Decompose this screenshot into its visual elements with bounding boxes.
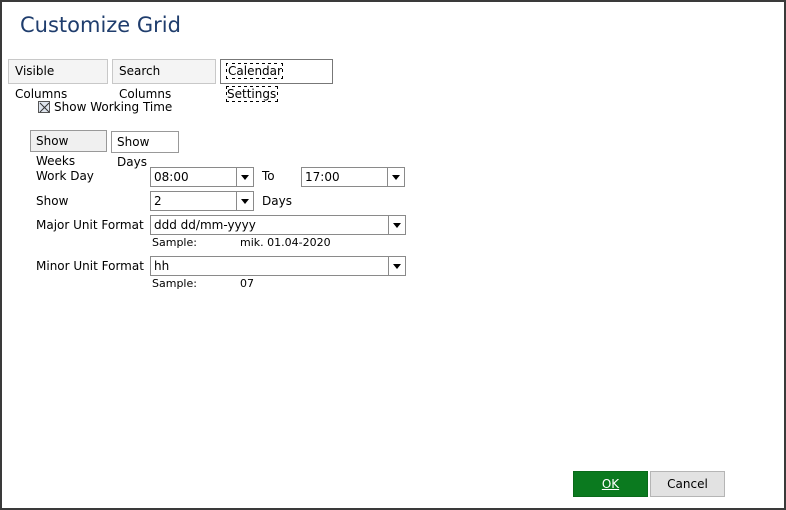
tab-visible-columns[interactable]: Visible Columns: [8, 59, 108, 101]
tab-label: Search Columns: [119, 64, 172, 101]
show-working-time-label: Show Working Time: [54, 100, 173, 114]
chevron-down-icon[interactable]: [236, 168, 253, 186]
tab-calendar-settings[interactable]: Calendar Settings: [220, 59, 333, 102]
major-sample-value: mik. 01.04-2020: [240, 236, 331, 249]
tab-label: Visible Columns: [15, 64, 68, 101]
minor-sample-value: 07: [240, 277, 254, 290]
minor-unit-format-value: hh: [154, 259, 170, 273]
chevron-down-icon[interactable]: [388, 257, 405, 275]
work-day-to-label: To: [262, 169, 275, 183]
minor-unit-format-label: Minor Unit Format: [36, 259, 144, 273]
minor-unit-format-select[interactable]: hh: [150, 256, 406, 276]
tab-search-columns[interactable]: Search Columns: [112, 59, 216, 101]
chevron-down-icon[interactable]: [236, 192, 253, 210]
show-unit-label: Days: [262, 194, 292, 208]
work-day-from-select[interactable]: 08:00: [150, 167, 254, 187]
work-day-label: Work Day: [36, 169, 94, 183]
dialog-title: Customize Grid: [20, 13, 181, 37]
work-day-from-value: 08:00: [154, 170, 189, 184]
show-days-value: 2: [154, 194, 162, 208]
show-days-button[interactable]: Show Days: [111, 131, 179, 169]
show-days-select[interactable]: 2: [150, 191, 254, 211]
minor-sample-label: Sample:: [152, 277, 197, 290]
show-label: Show: [36, 194, 69, 208]
customize-grid-dialog: Customize Grid Visible Columns Search Co…: [0, 0, 786, 510]
show-weeks-button[interactable]: Show Weeks: [30, 130, 107, 168]
checkmark-cross-icon: [39, 102, 50, 113]
work-day-to-value: 17:00: [305, 170, 340, 184]
show-working-time-row[interactable]: Show Working Time: [38, 99, 172, 115]
tab-label: Calendar Settings: [226, 63, 283, 102]
work-day-to-select[interactable]: 17:00: [301, 167, 405, 187]
chevron-down-icon[interactable]: [388, 216, 405, 234]
chevron-down-icon[interactable]: [387, 168, 404, 186]
cancel-button[interactable]: Cancel: [650, 471, 725, 497]
major-unit-format-select[interactable]: ddd dd/mm-yyyy: [150, 215, 406, 235]
major-sample-label: Sample:: [152, 236, 197, 249]
major-unit-format-label: Major Unit Format: [36, 218, 144, 232]
show-working-time-checkbox[interactable]: [38, 101, 50, 113]
major-unit-format-value: ddd dd/mm-yyyy: [154, 218, 256, 232]
ok-button[interactable]: OK: [573, 471, 648, 497]
